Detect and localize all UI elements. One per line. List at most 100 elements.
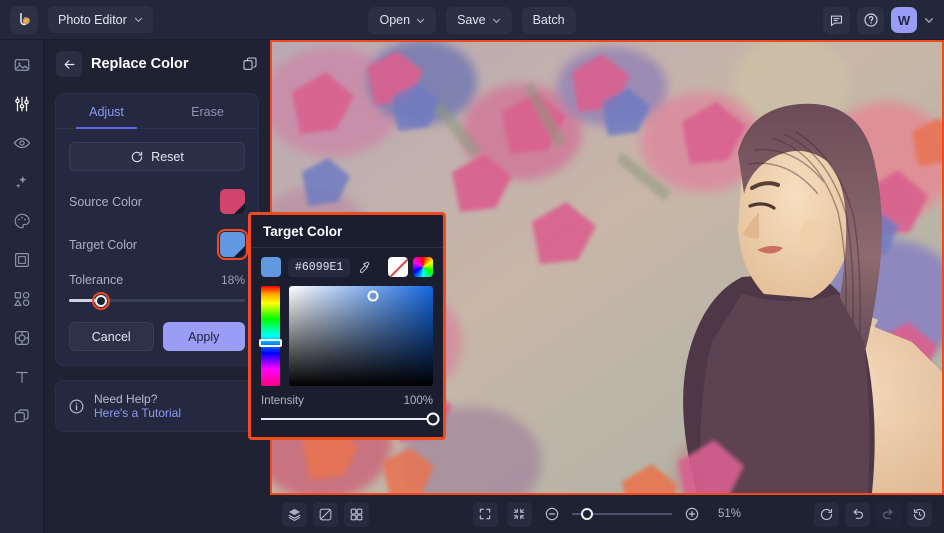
fit-to-screen-button[interactable] [472, 501, 498, 527]
saturation-value-area[interactable] [289, 286, 433, 386]
rail-item-mask[interactable] [7, 325, 37, 351]
rail-item-text[interactable] [7, 364, 37, 390]
history-button[interactable] [907, 501, 932, 527]
tolerance-knob[interactable] [91, 291, 110, 310]
open-button[interactable]: Open [368, 6, 437, 34]
zoom-percent-label: 51% [717, 508, 742, 520]
question-circle-icon [863, 13, 878, 27]
history-controls [814, 501, 932, 527]
source-color-label: Source Color [69, 194, 142, 209]
rail-item-adjust[interactable] [7, 91, 37, 117]
grid-icon [350, 508, 363, 520]
eyedropper-button[interactable] [357, 260, 371, 274]
grid-button[interactable] [344, 501, 369, 527]
shapes-icon [13, 291, 29, 307]
batch-button[interactable]: Batch [521, 6, 576, 34]
app-logo[interactable] [10, 5, 38, 34]
preset-swatches [388, 257, 433, 277]
source-color-row: Source Color [69, 189, 245, 214]
tolerance-value: 18% [220, 273, 245, 287]
tolerance-header: Tolerance 18% [69, 273, 245, 287]
cancel-button[interactable]: Cancel [69, 322, 154, 351]
duplicate-button[interactable] [242, 56, 258, 72]
redo-button[interactable] [876, 501, 901, 527]
card-body: Reset Source Color Target Color Toleranc… [56, 129, 258, 365]
chevron-down-icon [417, 18, 425, 23]
replace-color-card: Adjust Erase Reset Source Color Target C… [55, 93, 259, 366]
avatar[interactable]: W [891, 7, 917, 33]
intensity-slider-knob[interactable] [426, 412, 440, 426]
eyedropper-icon [360, 261, 370, 273]
zoom-in-icon [685, 507, 699, 521]
top-bar: Photo Editor Open Save Batch W [0, 0, 944, 40]
hex-input[interactable]: #6099E1 [288, 257, 351, 277]
help-text: Need Help? Here's a Tutorial [94, 392, 181, 420]
reset-button[interactable]: Reset [69, 142, 245, 171]
eye-icon [13, 137, 30, 149]
color-picker [259, 286, 433, 386]
frame-icon [14, 253, 29, 267]
zoom-out-button[interactable] [541, 503, 563, 525]
tab-adjust[interactable]: Adjust [56, 94, 157, 129]
chevron-down-icon [925, 18, 933, 23]
rail-item-retouch[interactable] [7, 130, 37, 156]
sv-selector-knob[interactable] [367, 290, 379, 302]
back-button[interactable] [56, 51, 82, 77]
tool-panel: Replace Color Adjust Erase Reset Source … [44, 40, 270, 533]
help-card[interactable]: Need Help? Here's a Tutorial [55, 380, 259, 432]
rail-item-image[interactable] [7, 52, 37, 78]
save-button-label: Save [457, 13, 486, 27]
layers-button[interactable] [282, 501, 307, 527]
open-button-label: Open [379, 13, 411, 27]
rail-item-frame[interactable] [7, 247, 37, 273]
chevron-down-icon [492, 18, 500, 23]
no-color-swatch[interactable] [388, 257, 408, 277]
reset-view-button[interactable] [814, 501, 839, 527]
apply-button[interactable]: Apply [162, 322, 245, 351]
chat-bubble-icon [830, 15, 843, 26]
undo-button[interactable] [845, 501, 870, 527]
save-button[interactable]: Save [446, 6, 512, 34]
rail-item-color[interactable] [7, 208, 37, 234]
duplicate-layers-icon [243, 57, 257, 70]
target-color-swatch[interactable] [217, 229, 248, 260]
tolerance-track[interactable] [69, 291, 245, 310]
shrink-button[interactable] [506, 501, 532, 527]
rail-item-effects[interactable] [7, 169, 37, 195]
intensity-label: Intensity [261, 395, 304, 407]
zoom-in-button[interactable] [681, 503, 703, 525]
reset-view-icon [820, 508, 833, 520]
tab-erase[interactable]: Erase [157, 94, 258, 128]
compare-icon [319, 508, 332, 520]
arrow-left-icon [64, 59, 74, 69]
panel-tabs: Adjust Erase [56, 94, 258, 129]
tolerance-label: Tolerance [69, 273, 124, 287]
tab-adjust-label: Adjust [89, 105, 124, 119]
hue-slider-knob[interactable] [259, 339, 282, 347]
fit-to-screen-icon [480, 508, 491, 520]
compare-button[interactable] [313, 501, 338, 527]
feedback-button[interactable] [823, 6, 850, 34]
popup-body: #6099E1 Intensity 100% [251, 248, 443, 430]
popup-color-swatch[interactable] [261, 257, 281, 277]
source-color-swatch[interactable] [220, 189, 245, 214]
rail-item-elements[interactable] [7, 286, 37, 312]
help-tutorial-link[interactable]: Here's a Tutorial [94, 406, 181, 420]
refresh-icon [132, 151, 143, 162]
app-switcher[interactable]: Photo Editor [48, 6, 153, 33]
focus-icon [14, 331, 29, 345]
account-menu-caret[interactable] [924, 15, 934, 25]
help-button[interactable] [857, 6, 884, 34]
hue-slider[interactable] [259, 286, 282, 386]
palette-icon [14, 213, 30, 229]
intensity-slider[interactable] [261, 412, 440, 426]
batch-button-label: Batch [532, 13, 565, 27]
zoom-slider[interactable] [571, 508, 672, 520]
color-wheel-swatch[interactable] [413, 257, 433, 277]
intensity-header: Intensity 100% [261, 395, 433, 407]
photo-editor-app: Photo Editor Open Save Batch W Replace C… [0, 0, 944, 533]
zoom-slider-knob[interactable] [580, 508, 593, 520]
panel-header: Replace Color [44, 40, 270, 88]
rail-item-layers[interactable] [7, 403, 37, 429]
hex-row: #6099E1 [261, 257, 433, 277]
